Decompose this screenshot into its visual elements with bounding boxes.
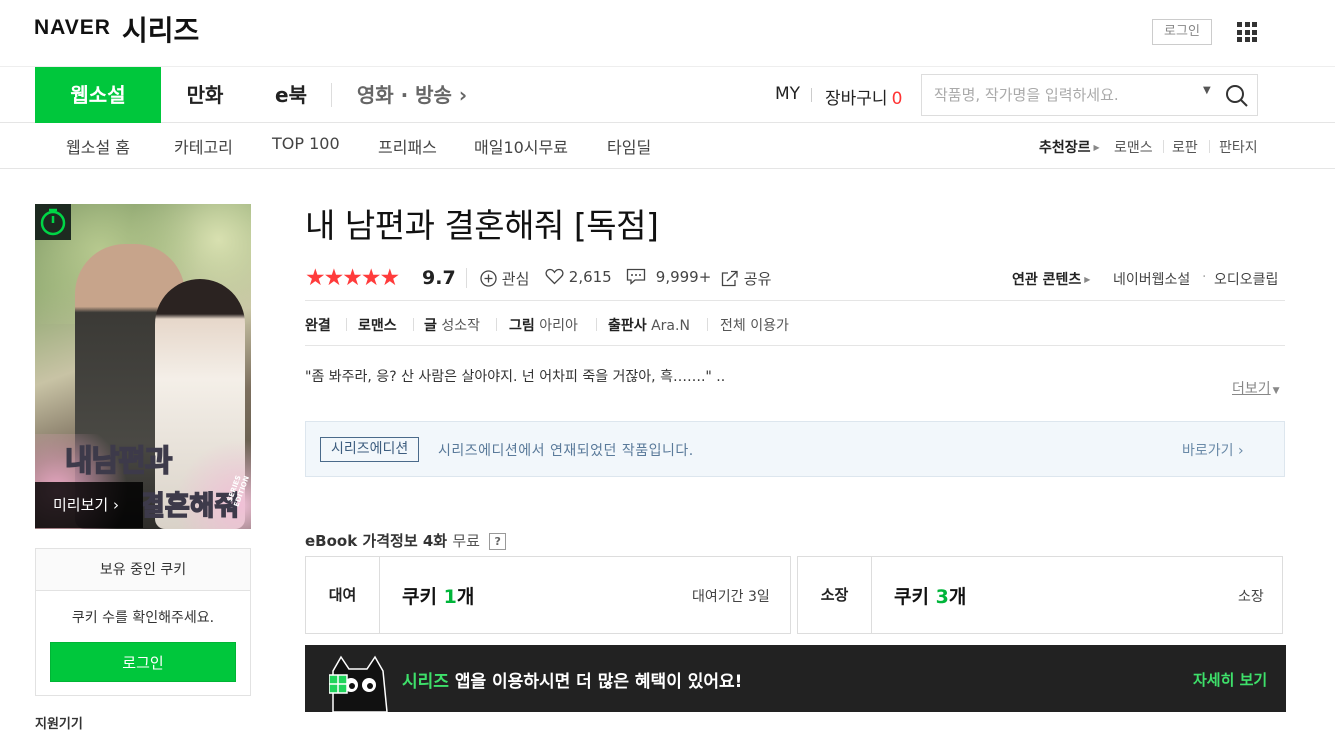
top-header: NAVER 시리즈 로그인 — [0, 0, 1335, 67]
cookie-panel: 보유 중인 쿠키 쿠키 수를 확인해주세요. 로그인 — [35, 548, 251, 696]
age-rating: 전체 이용가 — [720, 318, 789, 334]
series-edition-text: 시리즈에디션에서 연재되었던 작품입니다. — [438, 443, 694, 459]
genre-romance-fantasy[interactable]: 로판 — [1172, 137, 1198, 157]
subnav-daily-free[interactable]: 매일10시무료 — [474, 134, 568, 158]
writer-name[interactable]: 성소작 — [441, 318, 480, 334]
publisher-info: 출판사 Ara.N — [608, 318, 690, 334]
app-promo-detail-link[interactable]: 자세히 보기 — [1193, 669, 1267, 690]
own-desc: 소장 — [1238, 589, 1264, 605]
subnav-top100[interactable]: TOP 100 — [272, 134, 340, 153]
cart-label: 장바구니 — [825, 89, 888, 109]
nav-divider — [331, 83, 332, 107]
plus-circle-icon — [480, 270, 497, 287]
tab-ebook[interactable]: e북 — [265, 67, 317, 123]
search-input[interactable] — [934, 84, 1194, 106]
nav-divider — [811, 88, 812, 102]
share-label: 공유 — [743, 270, 772, 288]
app-promo-text: 시리즈 앱을 이용하시면 더 많은 혜택이 있어요! — [402, 672, 743, 692]
artist-info: 그림 아리아 — [509, 318, 578, 334]
series-logo[interactable]: 시리즈 — [122, 9, 199, 49]
series-edition-badge: 시리즈에디션 — [320, 437, 420, 462]
comment-button[interactable]: 9,999+ — [626, 268, 711, 286]
main-nav: 웹소설 만화 e북 영화 · 방송 › MY 장바구니0 ▼ — [0, 67, 1335, 123]
artist-name[interactable]: 아리아 — [539, 318, 578, 334]
caret-down-icon: ▼ — [1272, 386, 1280, 396]
app-grid-icon[interactable] — [1237, 22, 1257, 42]
search-box: ▼ — [921, 74, 1258, 116]
book-title: 내 남편과 결혼해줘 [독점] — [305, 206, 659, 245]
comment-count: 9,999+ — [655, 268, 712, 286]
genre-link[interactable]: 로맨스 — [358, 315, 397, 335]
divider — [305, 345, 1285, 346]
my-link[interactable]: MY — [775, 84, 800, 104]
own-price: 쿠키 3개 — [894, 586, 967, 608]
divider — [305, 300, 1285, 301]
heart-icon — [545, 268, 564, 285]
rent-option[interactable]: 대여 쿠키 1개 대여기간 3일 — [305, 556, 791, 634]
related-audio-clip[interactable]: 오디오클립 — [1214, 269, 1278, 289]
cart-link[interactable]: 장바구니 0 — [825, 84, 902, 109]
interest-button[interactable]: 관심 — [480, 268, 529, 289]
interest-label: 관심 — [501, 270, 530, 288]
cookie-message: 쿠키 수를 확인해주세요. — [71, 610, 215, 626]
cookie-panel-title: 보유 중인 쿠키 — [36, 549, 250, 591]
more-button[interactable]: 더보기 ▼ — [1232, 378, 1280, 398]
rent-period: 대여기간 3일 — [692, 589, 770, 605]
recommend-genre-label: 추천장르 ▶ — [1039, 140, 1100, 156]
cover-title-art: 내남편과 — [64, 443, 173, 480]
book-cover[interactable]: 내남편과 결혼해줘 SERIES EDITION — [35, 204, 251, 529]
subnav-freepass[interactable]: 프리패스 — [378, 134, 437, 158]
rent-price: 쿠키 1개 — [402, 586, 475, 608]
publisher-name[interactable]: Ara.N — [651, 318, 690, 334]
free-count: 4화 — [422, 532, 448, 550]
genre-fantasy[interactable]: 판타지 — [1219, 137, 1258, 157]
subnav-timedeal[interactable]: 타임딜 — [607, 134, 651, 158]
own-label: 소장 — [798, 557, 872, 633]
rent-label: 대여 — [306, 557, 380, 633]
supported-devices-label: 지원기기 — [35, 717, 83, 732]
share-button[interactable]: 공유 — [721, 268, 771, 289]
preview-button[interactable]: 미리보기 › — [35, 482, 143, 528]
tab-webnovel[interactable]: 웹소설 — [35, 67, 161, 123]
like-count: 2,615 — [568, 268, 612, 286]
related-naver-webnovel[interactable]: 네이버웹소설 — [1113, 269, 1190, 289]
tab-movie-tv[interactable]: 영화 · 방송 › — [352, 67, 472, 123]
related-content-label: 연관 콘텐츠 ▶ — [1012, 272, 1091, 288]
like-button[interactable]: 2,615 — [545, 268, 612, 286]
status-complete: 완결 — [305, 318, 331, 334]
search-icon[interactable] — [1225, 84, 1249, 108]
rating-score: 9.7 — [422, 267, 456, 289]
cart-count: 0 — [891, 89, 903, 109]
genre-divider — [1163, 140, 1164, 153]
synopsis: "좀 봐주라, 응? 산 사람은 살아야지. 넌 어차피 죽을 거잖아, 흑……… — [305, 369, 726, 385]
search-option-caret-icon[interactable]: ▼ — [1203, 85, 1211, 96]
sub-nav: 웹소설 홈 카테고리 TOP 100 프리패스 매일10시무료 타임딜 추천장르… — [0, 123, 1335, 169]
tab-comic[interactable]: 만화 — [175, 67, 235, 123]
price-heading: eBook 가격정보 4화 무료 ? — [305, 530, 507, 551]
rating-stars: ★★★★★ — [305, 265, 400, 291]
genre-romance[interactable]: 로맨스 — [1114, 137, 1153, 157]
header-login-button[interactable]: 로그인 — [1152, 19, 1212, 45]
own-option[interactable]: 소장 쿠키 3개 소장 — [797, 556, 1283, 634]
cookie-login-button[interactable]: 로그인 — [50, 642, 236, 682]
cat-mascot-icon — [329, 655, 388, 712]
app-promo-banner[interactable]: 시리즈 앱을 이용하시면 더 많은 혜택이 있어요! 자세히 보기 — [305, 645, 1286, 712]
go-to-edition-link[interactable]: 바로가기 › — [1182, 440, 1244, 460]
subnav-category[interactable]: 카테고리 — [174, 134, 233, 158]
writer-info: 글 성소작 — [424, 318, 480, 334]
wait-free-timer-icon — [35, 204, 71, 240]
help-icon[interactable]: ? — [489, 533, 507, 550]
genre-divider — [1209, 140, 1210, 153]
subnav-webnovel-home[interactable]: 웹소설 홈 — [66, 134, 130, 158]
comment-icon — [626, 268, 646, 285]
free-label: 무료 — [452, 532, 480, 550]
series-edition-banner: 시리즈에디션 시리즈에디션에서 연재되었던 작품입니다. 바로가기 › — [305, 421, 1285, 477]
naver-logo[interactable]: NAVER — [34, 16, 111, 40]
share-icon — [721, 270, 738, 287]
